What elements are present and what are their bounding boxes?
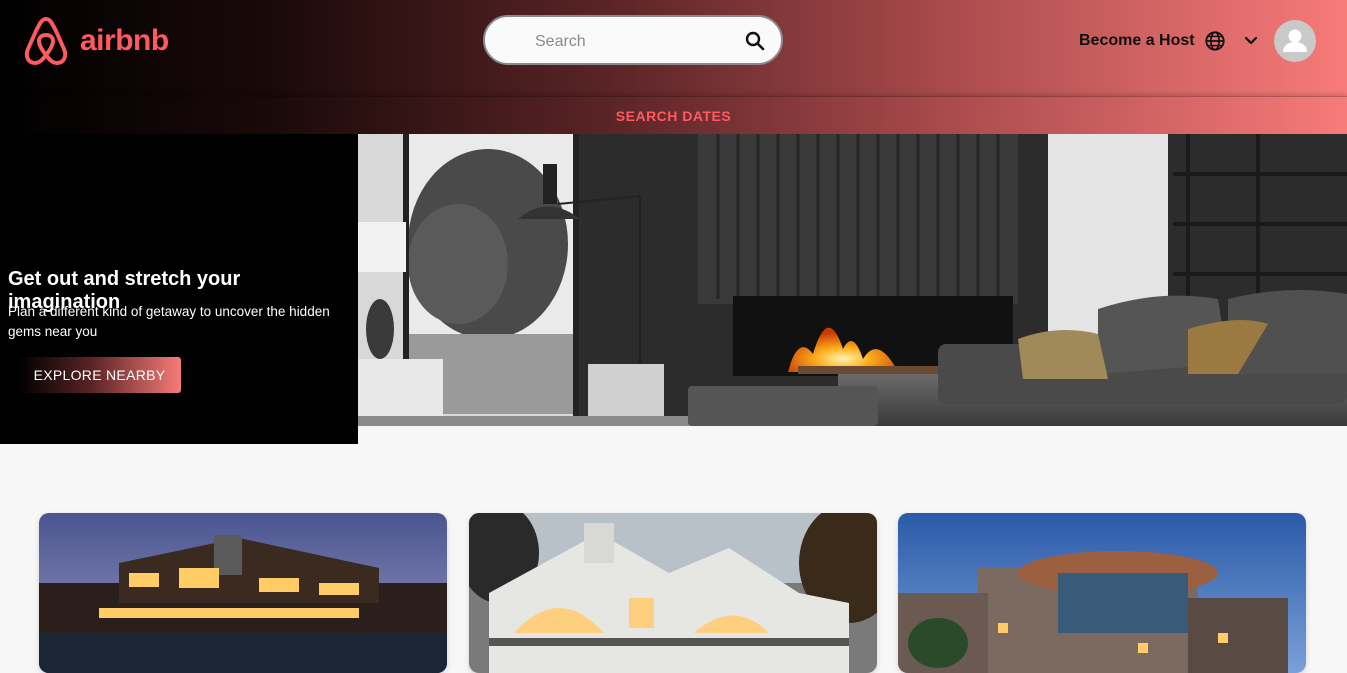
- modern-round-house-image: [898, 513, 1306, 673]
- logo-text: airbnb: [80, 24, 169, 57]
- logo[interactable]: airbnb: [22, 15, 169, 67]
- user-avatar[interactable]: [1274, 20, 1316, 62]
- living-room-image: [358, 134, 1347, 426]
- explore-nearby-button[interactable]: EXPLORE NEARBY: [18, 357, 181, 393]
- user-avatar-icon: [1283, 29, 1307, 52]
- hero-panel: Get out and stretch your imagination Pla…: [0, 134, 358, 444]
- search-icon[interactable]: [743, 29, 767, 53]
- chevron-down-icon[interactable]: [1243, 33, 1259, 49]
- listing-card[interactable]: [39, 513, 447, 673]
- listing-card[interactable]: [898, 513, 1306, 673]
- search-dates-button[interactable]: SEARCH DATES: [0, 108, 1347, 124]
- white-house-image: [469, 513, 877, 673]
- header: airbnb Become a Host SEARCH DATES: [0, 0, 1347, 134]
- hero-image: [358, 134, 1347, 426]
- search-bar[interactable]: [483, 15, 783, 65]
- listing-card[interactable]: [469, 513, 877, 673]
- globe-icon[interactable]: [1204, 30, 1226, 52]
- search-input[interactable]: [533, 30, 727, 54]
- airbnb-logo-icon: [24, 17, 68, 65]
- lodge-house-image: [39, 513, 447, 673]
- hero-subtitle: Plan a different kind of getaway to unco…: [8, 304, 330, 339]
- become-host-link[interactable]: Become a Host: [1079, 32, 1195, 50]
